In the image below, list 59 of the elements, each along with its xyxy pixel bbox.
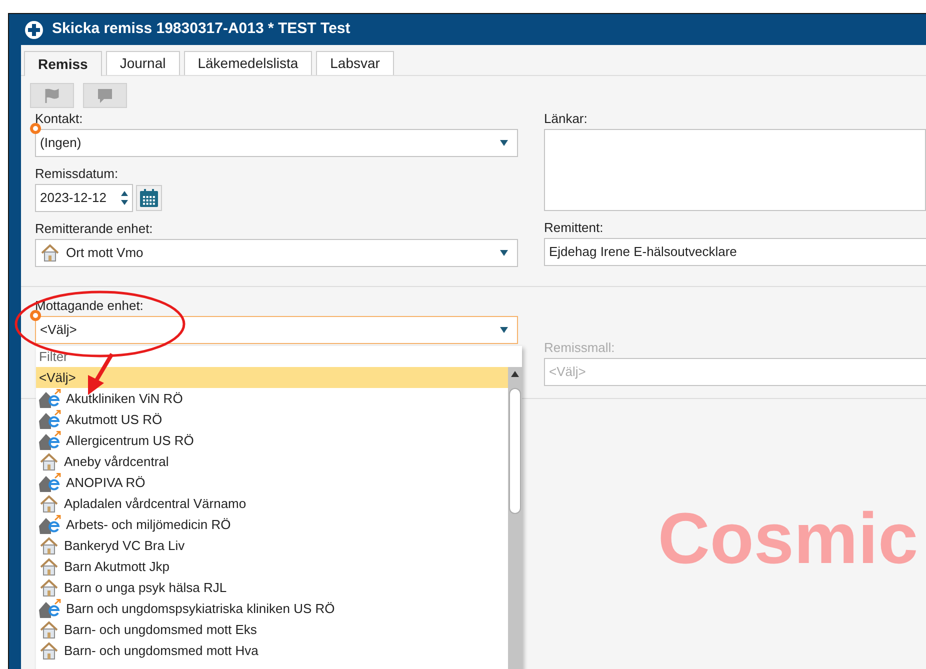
- dropdown-option[interactable]: Aneby vårdcentral: [36, 451, 508, 472]
- eservice-icon: [39, 514, 61, 534]
- brand-text: Cosmic: [658, 503, 918, 575]
- caret-icon: [499, 249, 509, 257]
- eservice-icon: [39, 472, 61, 492]
- house-icon: [39, 536, 59, 556]
- filter-field[interactable]: Filter: [36, 346, 522, 367]
- house-icon: [39, 620, 59, 640]
- dropdown-option[interactable]: ANOPIVA RÖ: [36, 472, 508, 493]
- cross-icon: [24, 20, 44, 40]
- field-label: Remitterande enhet:: [35, 220, 154, 238]
- dropdown-option[interactable]: Barn och ungdomspsykiatriska kliniken US RÖ: [36, 598, 508, 619]
- calendar-icon: [139, 188, 159, 208]
- dropdown-field[interactable]: <Välj>: [35, 316, 518, 344]
- scrollbar[interactable]: [508, 367, 522, 669]
- house-icon: [39, 556, 59, 576]
- field-label: Remissmall:: [544, 339, 616, 357]
- field-label: Mottagande enhet:: [35, 297, 144, 315]
- tab[interactable]: Remiss: [24, 51, 102, 76]
- caret-icon: [499, 139, 509, 147]
- field-label: Remittent:: [544, 219, 604, 237]
- spinner-icon: [120, 190, 129, 206]
- dropdown-option[interactable]: Akutkliniken ViN RÖ: [36, 388, 508, 409]
- field-label: Remissdatum:: [35, 165, 120, 183]
- dropdown-option[interactable]: Arbets- och miljömedicin RÖ: [36, 514, 508, 535]
- eservice-icon: [39, 598, 61, 618]
- dropdown-option[interactable]: Bankeryd VC Bra Liv: [36, 535, 508, 556]
- dropdown-field[interactable]: (Ingen): [35, 129, 518, 157]
- dropdown-option[interactable]: Barn- och ungdomsmed mott Hva: [36, 640, 508, 661]
- eservice-icon: [39, 410, 61, 430]
- dropdown-option[interactable]: Akutmott US RÖ: [36, 409, 508, 430]
- field-label: Länkar:: [544, 110, 588, 128]
- speech-bubble-icon: [96, 88, 114, 104]
- dropdown-option[interactable]: Apladalen vårdcentral Värnamo: [36, 493, 508, 514]
- tab[interactable]: Journal: [106, 51, 180, 75]
- tab[interactable]: Labsvar: [316, 51, 394, 75]
- flag-icon: [44, 88, 60, 104]
- text-field[interactable]: Ejdehag Irene E-hälsoutvecklare: [544, 238, 926, 266]
- dropdown-option[interactable]: Barn Akutmott Jkp: [36, 556, 508, 577]
- house-icon: [39, 452, 59, 472]
- scrollbar-thumb[interactable]: [509, 388, 521, 514]
- house-icon: [39, 578, 59, 598]
- dropdown-option[interactable]: Barn o unga psyk hälsa RJL: [36, 577, 508, 598]
- date-field[interactable]: 2023-12-12: [35, 184, 133, 212]
- house-icon: [39, 494, 59, 514]
- caret-icon: [499, 326, 509, 334]
- dropdown-option[interactable]: Allergicentrum US RÖ: [36, 430, 508, 451]
- dropdown-field[interactable]: Ort mott Vmo: [35, 239, 518, 267]
- house-icon: [40, 243, 60, 263]
- eservice-icon: [39, 430, 61, 450]
- tab[interactable]: Läkemedelslista: [184, 51, 312, 75]
- house-icon: [39, 640, 59, 660]
- dropdown-option[interactable]: <Välj>: [36, 367, 508, 388]
- dropdown-option[interactable]: Barn- och ungdomsmed mott Eks: [36, 619, 508, 640]
- links-box[interactable]: [544, 129, 926, 211]
- calendar-button[interactable]: [136, 185, 162, 211]
- window-title: Skicka remiss 19830317-A013 * TEST Test: [52, 19, 350, 40]
- eservice-icon: [39, 388, 61, 408]
- field-label: Kontakt:: [35, 110, 84, 128]
